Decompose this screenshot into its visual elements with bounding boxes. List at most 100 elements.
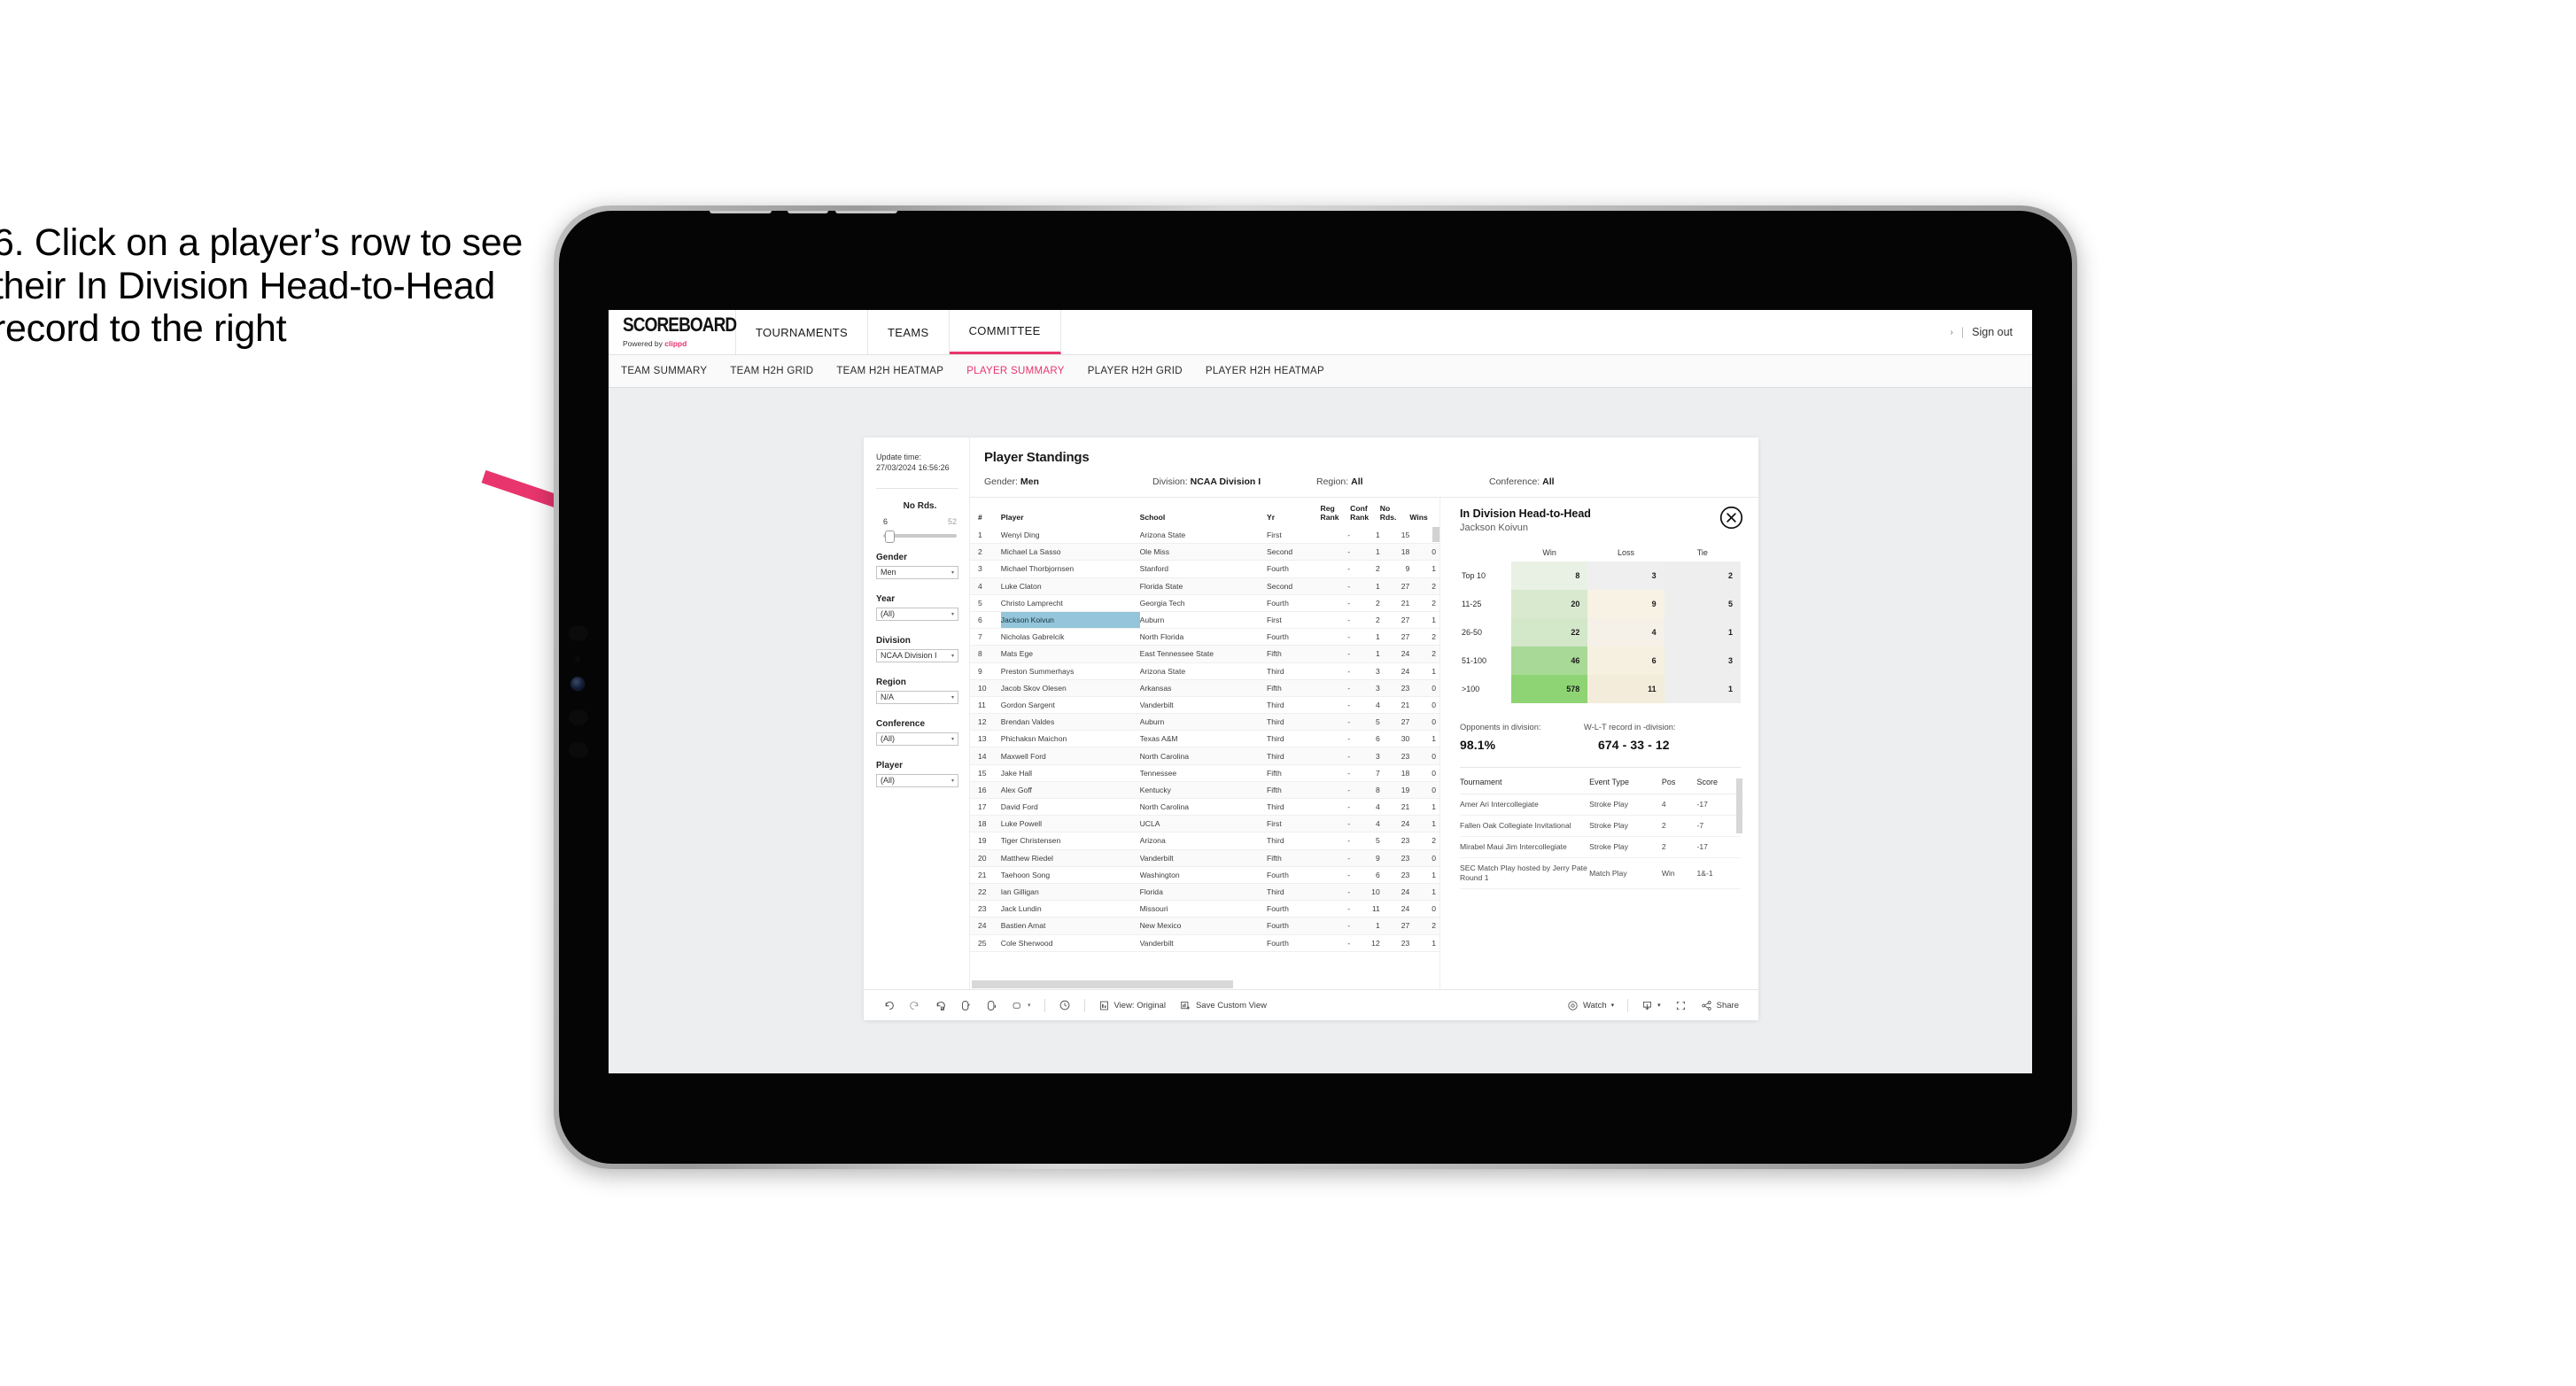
watch-button[interactable]: Watch ▾: [1560, 1000, 1621, 1011]
tournament-row[interactable]: Amer Ari Intercollegiate Stroke Play 4 -17: [1460, 794, 1741, 816]
download-button[interactable]: ▾: [1634, 1000, 1668, 1011]
table-row[interactable]: 6 Jackson Koivun Auburn First -2 27 1: [970, 611, 1439, 630]
tournament-row[interactable]: SEC Match Play hosted by Jerry Pate Roun…: [1460, 857, 1741, 889]
row-conf-rank: 6: [1350, 730, 1380, 748]
close-circle-icon[interactable]: [1719, 506, 1743, 530]
heatmap-col-tie: Tie: [1696, 548, 1708, 557]
row-reg-rank: -: [1320, 815, 1351, 833]
table-row[interactable]: 9 Preston Summerhays Arizona State Third -3 2…: [970, 662, 1439, 680]
sign-out-link[interactable]: Sign out: [1972, 326, 2013, 338]
opponents-stat: Opponents in division: 98.1%: [1460, 723, 1584, 752]
col-no-rds[interactable]: No Rds.: [1379, 498, 1410, 527]
save-view-icon: [1181, 1001, 1191, 1010]
gender-select[interactable]: Men ▾: [876, 565, 958, 579]
table-horizontal-scrollbar[interactable]: [970, 979, 1439, 989]
table-row[interactable]: 21 Taehoon Song Washington Fourth -6 23 1: [970, 866, 1439, 884]
top-button-1[interactable]: [710, 211, 772, 213]
table-row[interactable]: 5 Christo Lamprecht Georgia Tech Fourth -2 21…: [970, 594, 1439, 612]
table-row[interactable]: 13 Phichaksn Maichon Texas A&M Third -6 30 1: [970, 730, 1439, 748]
conference-select[interactable]: (All) ▾: [876, 732, 958, 746]
table-row[interactable]: 14 Maxwell Ford North Carolina Third -3 23 0: [970, 747, 1439, 765]
col-conf-rank[interactable]: Conf Rank: [1350, 498, 1380, 527]
nav-teams[interactable]: TEAMS: [868, 310, 950, 354]
player-select[interactable]: (All) ▾: [876, 773, 958, 787]
layout-dropdown[interactable]: ▾: [1005, 1000, 1038, 1011]
scrollbar-thumb[interactable]: [972, 980, 1233, 988]
row-school: Florida: [1139, 883, 1268, 902]
table-row[interactable]: 17 David Ford North Carolina Third -4 21 1: [970, 798, 1439, 817]
scoreboard-logo[interactable]: SCOREBOARD Powered by clippd: [609, 310, 737, 354]
col-wins[interactable]: Wins: [1409, 498, 1439, 527]
table-row[interactable]: 8 Mats Ege East Tennessee State Fifth -1 24 2: [970, 645, 1439, 663]
top-button-3[interactable]: [835, 211, 897, 213]
subnav-player-h2h-heatmap[interactable]: PLAYER H2H HEATMAP: [1206, 366, 1324, 376]
undo-button[interactable]: [876, 1000, 902, 1011]
subnav-team-h2h-grid[interactable]: TEAM H2H GRID: [730, 366, 813, 376]
table-row[interactable]: 16 Alex Goff Kentucky Fifth -8 19 0: [970, 781, 1439, 800]
table-row[interactable]: 25 Cole Sherwood Vanderbilt Fourth -12 23 1: [970, 934, 1439, 952]
year-select[interactable]: (All) ▾: [876, 607, 958, 621]
col-school[interactable]: School: [1139, 498, 1268, 527]
table-row[interactable]: 3 Michael Thorbjornsen Stanford Fourth -2 9 1: [970, 560, 1439, 578]
subnav-player-summary[interactable]: PLAYER SUMMARY: [966, 366, 1065, 376]
table-row[interactable]: 18 Luke Powell UCLA First -4 24 1: [970, 815, 1439, 833]
table-row[interactable]: 15 Jake Hall Tennessee Fifth -7 18 0: [970, 764, 1439, 782]
subnav-team-summary[interactable]: TEAM SUMMARY: [621, 366, 707, 376]
nav-committee[interactable]: COMMITTEE: [949, 310, 1061, 354]
fullscreen-button[interactable]: [1668, 1000, 1694, 1011]
col-pos[interactable]: Pos: [1661, 770, 1697, 794]
subnav-team-h2h-heatmap[interactable]: TEAM H2H HEATMAP: [836, 366, 943, 376]
row-school: Auburn: [1139, 611, 1268, 630]
col-event-type[interactable]: Event Type: [1589, 770, 1662, 794]
tournament-pos: Win: [1661, 857, 1697, 889]
tournament-row[interactable]: Fallen Oak Collegiate Invitational Stroke…: [1460, 815, 1741, 837]
col-score[interactable]: Score: [1696, 770, 1741, 794]
table-row[interactable]: 1Wenyi DingArizona StateFirst-1151: [970, 527, 1439, 545]
col-tournament[interactable]: Tournament: [1460, 770, 1590, 794]
slider-handle[interactable]: [885, 530, 895, 543]
row-player: Nicholas Gabrelcik: [1000, 628, 1140, 647]
row-conf-rank: 5: [1350, 832, 1380, 850]
tournament-pos: 2: [1661, 836, 1697, 858]
table-row[interactable]: 4 Luke Claton Florida State Second -1 27 2: [970, 577, 1439, 595]
revert-button[interactable]: [927, 1000, 953, 1011]
col-rank[interactable]: #: [970, 498, 1001, 527]
slider-track[interactable]: [883, 530, 957, 543]
subnav-player-h2h-grid[interactable]: PLAYER H2H GRID: [1088, 366, 1183, 376]
top-button-2[interactable]: [788, 211, 828, 213]
row-reg-rank: -: [1320, 900, 1351, 918]
nav-tournaments[interactable]: TOURNAMENTS: [736, 310, 869, 354]
table-row[interactable]: 22 Ian Gilligan Florida Third -10 24 1: [970, 883, 1439, 902]
pause-refresh-button[interactable]: [1051, 999, 1078, 1011]
tournament-scrollbar[interactable]: [1736, 778, 1742, 833]
division-select[interactable]: NCAA Division I ▾: [876, 648, 958, 662]
save-custom-view-button[interactable]: Save Custom View: [1173, 1000, 1274, 1011]
col-yr[interactable]: Yr: [1267, 498, 1321, 527]
table-row[interactable]: 10 Jacob Skov Olesen Arkansas Fifth -3 23 0: [970, 679, 1439, 697]
table-row[interactable]: 24 Bastien Amat New Mexico Fourth -1 27 2: [970, 917, 1439, 935]
row-conf-rank: 4: [1350, 815, 1380, 833]
table-row[interactable]: 12 Brendan Valdes Auburn Third -5 27 0: [970, 713, 1439, 732]
table-row[interactable]: 19 Tiger Christensen Arizona Third -5 23 2: [970, 832, 1439, 850]
table-row[interactable]: 11 Gordon Sargent Vanderbilt Third -4 21 0: [970, 696, 1439, 715]
tournament-row[interactable]: Mirabel Maui Jim Intercollegiate Stroke P…: [1460, 836, 1741, 858]
table-row[interactable]: 20 Matthew Riedel Vanderbilt Fifth -9 23 0: [970, 849, 1439, 867]
pause-button[interactable]: [979, 1000, 1005, 1011]
summary-region-value: All: [1351, 476, 1363, 487]
share-button[interactable]: Share: [1694, 1000, 1746, 1011]
col-player[interactable]: Player: [1000, 498, 1140, 527]
col-reg-rank[interactable]: Reg Rank: [1320, 498, 1351, 527]
region-select[interactable]: N/A ▾: [876, 690, 958, 704]
table-row[interactable]: 23 Jack Lundin Missouri Fourth -11 24 0: [970, 900, 1439, 918]
row-school: Texas A&M: [1139, 730, 1268, 748]
table-row[interactable]: 2 Michael La Sasso Ole Miss Second -1 18 0: [970, 543, 1439, 561]
view-original-button[interactable]: View: Original: [1091, 1000, 1173, 1011]
player-table-body[interactable]: 1Wenyi DingArizona StateFirst-11512Micha…: [970, 527, 1439, 979]
summary-conference-value: All: [1542, 476, 1555, 487]
no-rounds-slider[interactable]: No Rds. 6 52: [876, 501, 958, 543]
table-vertical-scrollbar[interactable]: [1432, 527, 1439, 542]
table-row[interactable]: 7 Nicholas Gabrelcik North Florida Fourth -1…: [970, 628, 1439, 647]
refresh-button[interactable]: [953, 1000, 979, 1011]
redo-button[interactable]: [902, 1000, 927, 1011]
row-player: Taehoon Song: [1000, 866, 1140, 884]
